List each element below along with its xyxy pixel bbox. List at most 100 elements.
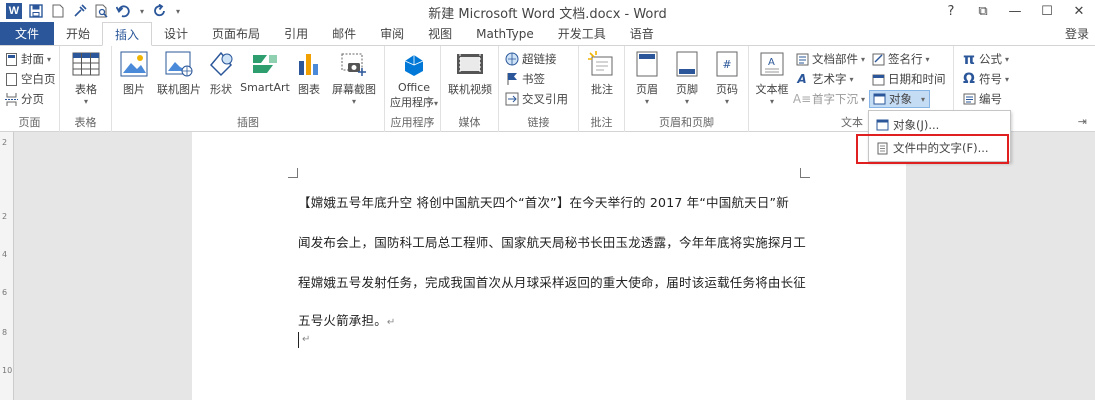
online-picture-icon: [164, 50, 194, 78]
shapes-button[interactable]: 形状: [202, 50, 240, 97]
word-app-icon[interactable]: W: [6, 3, 22, 19]
online-video-button[interactable]: 联机视频: [445, 50, 495, 97]
menu-item-object[interactable]: 对象(J)...: [871, 114, 1008, 136]
tab-design[interactable]: 设计: [152, 22, 200, 45]
quick-parts-button[interactable]: 文档部件 ▾: [795, 50, 865, 68]
document-page[interactable]: 【嫦娥五号年底升空 将创中国航天四个“首次”】在今天举行的 2017 年“中国航…: [192, 132, 906, 400]
screenshot-icon: [339, 50, 369, 78]
undo-dropdown-icon[interactable]: ▾: [138, 3, 146, 19]
tab-references[interactable]: 引用: [272, 22, 320, 45]
comment-button[interactable]: 批注: [580, 50, 624, 97]
save-icon[interactable]: [28, 3, 44, 19]
group-label-links: 链接: [527, 116, 550, 129]
ruler-mark: 4: [2, 250, 8, 259]
tab-file[interactable]: 文件: [0, 22, 54, 45]
footer-button[interactable]: 页脚 ▾: [667, 50, 707, 106]
pi-icon: π: [963, 50, 975, 68]
page-number-button[interactable]: # 页码 ▾: [707, 50, 747, 106]
chart-button[interactable]: 图表: [290, 50, 328, 97]
smartart-label: SmartArt: [240, 81, 290, 94]
redo-icon[interactable]: [152, 3, 168, 19]
header-button[interactable]: 页眉 ▾: [627, 50, 667, 106]
equation-button[interactable]: π 公式 ▾: [962, 50, 1009, 68]
undo-icon[interactable]: [116, 3, 132, 19]
tab-review[interactable]: 审阅: [368, 22, 416, 45]
bookmark-label: 书签: [522, 72, 545, 86]
document-line: 程嫦娥五号发射任务，完成我国首次从月球采样返回的重大使命，届时该运载任务将由长征: [298, 275, 807, 290]
online-picture-button[interactable]: 联机图片: [154, 50, 204, 97]
smartart-icon: [250, 50, 280, 78]
paragraph-mark: ↵: [302, 334, 311, 345]
calendar-icon: [871, 72, 885, 86]
numbering-button[interactable]: 编号: [962, 90, 1002, 108]
menu-item-object-label: 对象(J)...: [893, 118, 940, 132]
group-comments: 批注 批注: [579, 46, 625, 132]
hyperlink-button[interactable]: 超链接: [505, 50, 557, 68]
date-time-button[interactable]: 日期和时间: [871, 70, 946, 88]
table-icon: [71, 50, 101, 78]
restore-button[interactable]: ☐: [1031, 0, 1063, 22]
office-apps-button[interactable]: Office 应用程序▾: [389, 50, 439, 110]
cross-reference-button[interactable]: 交叉引用: [505, 90, 568, 108]
numbering-label: 编号: [979, 92, 1002, 106]
format-painter-icon[interactable]: [72, 3, 88, 19]
object-icon: [872, 92, 886, 106]
help-button[interactable]: ?: [935, 0, 967, 22]
tab-insert[interactable]: 插入: [102, 22, 153, 46]
cover-page-icon: [4, 52, 18, 66]
signature-line-button[interactable]: 签名行 ▾: [871, 50, 930, 68]
page-break-label: 分页: [21, 92, 44, 106]
tab-speech[interactable]: 语音: [618, 22, 666, 45]
tab-home[interactable]: 开始: [54, 22, 102, 45]
shapes-label: 形状: [210, 83, 232, 96]
tab-view[interactable]: 视图: [416, 22, 464, 45]
minimize-button[interactable]: —: [999, 0, 1031, 22]
new-document-icon[interactable]: [50, 3, 66, 19]
office-store-icon: [399, 50, 429, 78]
page-break-icon: [4, 92, 18, 106]
wordart-label: 艺术字: [812, 72, 847, 86]
online-video-label: 联机视频: [448, 83, 492, 96]
pin-ribbon-icon[interactable]: ⇥: [1078, 115, 1087, 128]
hyperlink-icon: [505, 52, 519, 66]
picture-button[interactable]: 图片: [112, 50, 156, 97]
dropcap-label: 首字下沉: [812, 92, 858, 106]
ribbon-display-options-button[interactable]: ⧉: [967, 0, 999, 22]
wordart-button[interactable]: A 艺术字 ▾: [795, 70, 853, 88]
screenshot-label: 屏幕截图: [332, 83, 376, 96]
shapes-icon: [206, 50, 236, 78]
symbol-label: 符号: [979, 72, 1002, 86]
group-label-comments: 批注: [590, 116, 613, 129]
text-cursor: [298, 332, 299, 348]
group-apps: Office 应用程序▾ 应用程序: [385, 46, 441, 132]
login-link[interactable]: 登录: [1065, 25, 1089, 42]
print-preview-icon[interactable]: [94, 3, 110, 19]
cover-page-button[interactable]: 封面 ▾: [4, 50, 51, 68]
office-apps-label-1: Office: [397, 81, 431, 94]
table-button[interactable]: 表格 ▾: [64, 50, 108, 106]
wordart-icon: A: [797, 72, 807, 86]
tab-page-layout[interactable]: 页面布局: [200, 22, 272, 45]
tab-developer[interactable]: 开发工具: [546, 22, 618, 45]
group-label-apps: 应用程序: [390, 116, 435, 129]
tab-mailings[interactable]: 邮件: [320, 22, 368, 45]
page-break-button[interactable]: 分页: [4, 90, 44, 108]
customize-toolbar-icon[interactable]: ▾: [174, 3, 182, 19]
close-button[interactable]: ✕: [1063, 0, 1095, 22]
bookmark-icon: [505, 72, 519, 86]
object-button[interactable]: 对象 ▾: [869, 90, 931, 108]
ruler-mark: 10: [2, 366, 13, 375]
smartart-button[interactable]: SmartArt: [238, 50, 292, 94]
hyperlink-label: 超链接: [522, 52, 557, 66]
footer-icon: [672, 50, 702, 78]
screenshot-button[interactable]: 屏幕截图 ▾: [326, 50, 382, 106]
symbol-button[interactable]: Ω 符号 ▾: [962, 70, 1009, 88]
bookmark-button[interactable]: 书签: [505, 70, 545, 88]
margin-corner-tl: [288, 168, 298, 178]
tab-mathtype[interactable]: MathType: [464, 22, 546, 45]
dropcap-button[interactable]: A≡ 首字下沉 ▾: [793, 90, 865, 108]
group-tables: 表格 ▾ 表格: [60, 46, 112, 132]
textbox-button[interactable]: A 文本框 ▾: [751, 50, 793, 106]
quick-access-toolbar: W ▾ ▾: [0, 3, 182, 19]
blank-page-button[interactable]: 空白页: [4, 70, 56, 88]
